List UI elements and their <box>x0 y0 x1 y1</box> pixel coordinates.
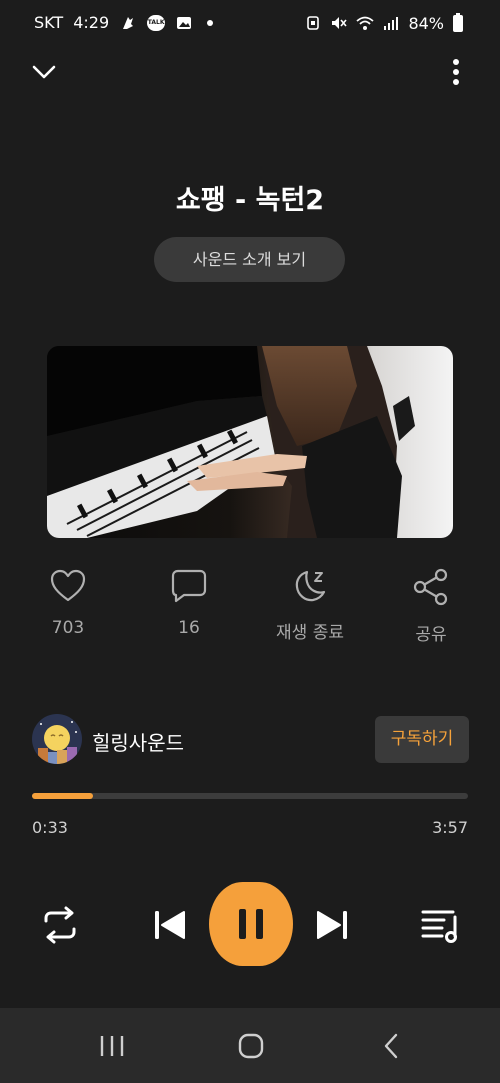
notification-app-icon <box>123 16 134 29</box>
status-bar: SKT 4:29 TALK 84% <box>0 0 500 46</box>
mute-icon <box>332 17 348 29</box>
skip-next-icon[interactable] <box>310 903 354 947</box>
like-action[interactable]: 703 <box>18 568 118 638</box>
piano-player-image <box>47 346 453 538</box>
comment-action[interactable]: 16 <box>139 568 239 638</box>
more-notifications-dot <box>207 19 214 26</box>
sleep-timer-action[interactable]: 재생 종료 <box>260 568 360 643</box>
skip-previous-icon[interactable] <box>148 903 192 947</box>
channel-name[interactable]: 힐링사운드 <box>92 727 184 756</box>
repeat-icon[interactable] <box>38 903 82 947</box>
share-action[interactable]: 공유 <box>381 568 481 645</box>
channel-avatar[interactable] <box>32 714 82 764</box>
track-artwork <box>47 346 453 538</box>
chevron-down-icon[interactable] <box>30 60 58 84</box>
comment-count: 16 <box>178 618 200 638</box>
progress-track[interactable] <box>32 793 468 799</box>
wifi-icon <box>356 16 375 30</box>
total-time: 3:57 <box>432 818 468 837</box>
share-icon <box>413 568 448 606</box>
carrier-label: SKT <box>34 13 64 32</box>
signal-icon <box>384 17 399 30</box>
back-icon[interactable] <box>380 1033 404 1059</box>
progress-fill <box>32 793 94 799</box>
pause-icon <box>239 909 263 939</box>
track-title: 쇼팽 - 녹턴2 <box>175 185 325 216</box>
status-right: 84% <box>304 13 464 33</box>
battery-icon <box>453 13 463 32</box>
subscribe-button[interactable]: 구독하기 <box>375 716 469 763</box>
playlist-icon[interactable] <box>418 903 462 947</box>
system-nav-bar <box>0 1008 500 1083</box>
image-notification-icon <box>177 16 192 29</box>
comment-icon <box>171 569 207 603</box>
like-count: 703 <box>51 618 85 638</box>
alarm-icon <box>307 16 320 30</box>
heart-icon <box>50 569 86 602</box>
pause-button[interactable] <box>209 882 293 966</box>
status-left: SKT 4:29 TALK <box>34 13 214 32</box>
recent-apps-icon[interactable] <box>98 1034 126 1058</box>
home-icon[interactable] <box>237 1033 265 1059</box>
moon-sleep-icon <box>295 570 326 602</box>
sleep-timer-label: 재생 종료 <box>276 623 344 643</box>
current-time: 0:33 <box>32 818 68 837</box>
kakaotalk-icon: TALK <box>147 14 166 31</box>
clock: 4:29 <box>73 13 110 32</box>
avatar-image <box>32 714 82 764</box>
more-vertical-icon[interactable] <box>444 56 468 88</box>
sound-intro-button[interactable]: 사운드 소개 보기 <box>154 237 345 282</box>
kakaotalk-badge-text: TALK <box>147 18 165 26</box>
share-label: 공유 <box>415 625 447 645</box>
battery-percent: 84% <box>408 13 444 33</box>
